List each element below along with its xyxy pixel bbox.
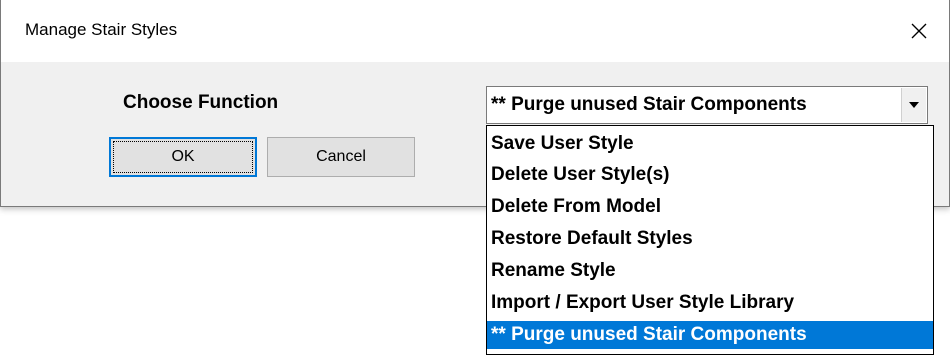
window-title: Manage Stair Styles [25,20,178,39]
title-bar: Manage Stair Styles [1,0,949,62]
function-combo-box[interactable]: ** Purge unused Stair Components [486,86,928,124]
close-icon [911,23,927,39]
combo-dropdown-button[interactable] [901,88,926,122]
dropdown-item-purge-unused[interactable]: ** Purge unused Stair Components [487,321,933,349]
dropdown-item-import-export-library[interactable]: Import / Export User Style Library [487,289,933,317]
dropdown-item-delete-from-model[interactable]: Delete From Model [487,193,933,221]
choose-function-label: Choose Function [123,92,279,113]
function-dropdown-list: Save User Style Delete User Style(s) Del… [486,125,934,355]
dropdown-item-restore-default-styles[interactable]: Restore Default Styles [487,225,933,253]
dropdown-item-delete-user-styles[interactable]: Delete User Style(s) [487,161,933,189]
dropdown-item-rename-style[interactable]: Rename Style [487,257,933,285]
chevron-down-icon [909,102,919,108]
cancel-button-label: Cancel [316,148,366,165]
combo-selected-value: ** Purge unused Stair Components [491,94,807,115]
ok-button[interactable]: OK [109,137,257,177]
focus-rect [113,141,253,173]
cancel-button[interactable]: Cancel [267,137,415,177]
close-button[interactable] [889,0,949,62]
dropdown-item-save-user-style[interactable]: Save User Style [487,130,933,158]
